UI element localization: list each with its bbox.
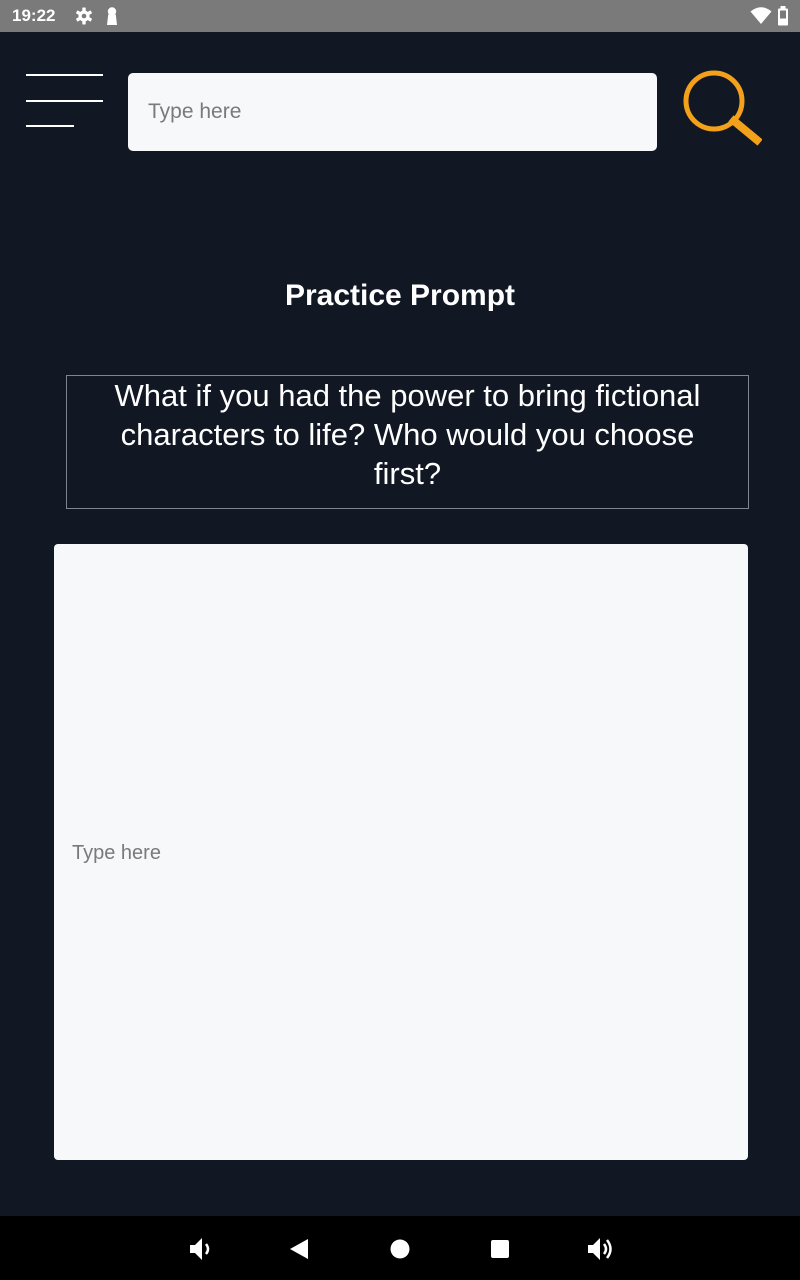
keyhole-icon xyxy=(104,6,120,26)
gear-icon xyxy=(74,6,94,26)
screen: 19:22 Type here Practice Prompt What if … xyxy=(0,0,800,1280)
volume-down-icon xyxy=(184,1238,218,1269)
battery-icon xyxy=(777,6,789,26)
status-time: 19:22 xyxy=(12,6,56,25)
home-icon xyxy=(383,1239,417,1269)
recents-icon xyxy=(483,1240,517,1269)
status-bar: 19:22 xyxy=(0,0,800,32)
recents-button[interactable] xyxy=(483,1232,517,1266)
volume-up-button[interactable] xyxy=(583,1232,617,1266)
response-textarea[interactable] xyxy=(54,544,748,1160)
prompt-text: What if you had the power to bring ficti… xyxy=(114,378,701,491)
prompt-box: What if you had the power to bring ficti… xyxy=(66,375,749,509)
hamburger-menu-icon[interactable] xyxy=(26,74,104,130)
volume-down-button[interactable] xyxy=(184,1232,218,1266)
home-button[interactable] xyxy=(383,1232,417,1266)
search-input[interactable] xyxy=(128,73,657,151)
page-title: Practice Prompt xyxy=(284,279,516,312)
magnifier-icon xyxy=(682,70,763,149)
wifi-icon xyxy=(750,6,772,26)
search-button[interactable] xyxy=(682,68,763,149)
nav-bar xyxy=(0,1216,800,1280)
back-button[interactable] xyxy=(282,1232,316,1266)
volume-up-icon xyxy=(583,1238,617,1269)
back-icon xyxy=(282,1239,316,1269)
